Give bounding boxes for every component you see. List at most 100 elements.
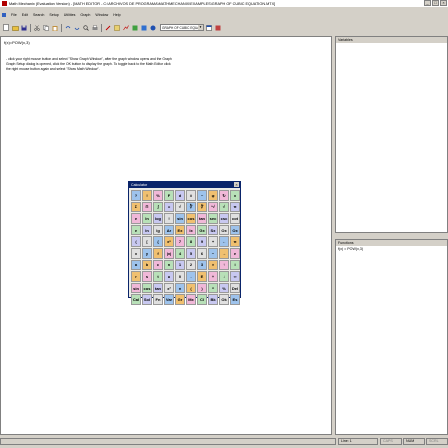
calculator-key[interactable]: ln xyxy=(142,224,152,236)
menu-window[interactable]: Window xyxy=(95,13,108,17)
calculator-key[interactable]: Ar xyxy=(164,224,174,236)
calculator-key[interactable]: xˣ xyxy=(164,236,174,247)
calculator-key[interactable]: tan xyxy=(197,213,207,224)
calculator-key[interactable]: 5 xyxy=(186,247,196,259)
calculator-key[interactable]: ^ xyxy=(208,282,218,294)
menu-edit[interactable]: Edit xyxy=(22,13,28,17)
functions-panel[interactable]: Functions f(x) = POW(x,3) xyxy=(335,239,448,435)
print-icon[interactable] xyxy=(91,24,99,32)
calculator-key[interactable]: Gx xyxy=(197,224,207,236)
equation-icon[interactable] xyxy=(214,24,222,32)
graph-icon[interactable] xyxy=(122,24,130,32)
calculator-key[interactable]: Sx xyxy=(208,224,218,236)
menu-utilities[interactable]: Utilities xyxy=(64,13,76,17)
calculator-key[interactable]: F xyxy=(164,190,174,201)
calculator-key[interactable]: Gr xyxy=(175,294,185,305)
variables-panel[interactable]: Variables xyxy=(335,36,448,233)
calculator-key[interactable]: Cal xyxy=(131,294,141,305)
find-icon[interactable] xyxy=(82,24,90,32)
calculator-key[interactable]: Σ xyxy=(131,201,141,213)
edit-icon[interactable] xyxy=(104,24,112,32)
calculator-key[interactable]: 8 xyxy=(186,236,196,247)
calculator-key[interactable]: ± xyxy=(175,282,185,294)
calculator-key[interactable]: π xyxy=(230,201,240,213)
calculator-key[interactable]: Π xyxy=(142,201,152,213)
document-selector[interactable]: GRAPH OF CUBIC EQUA ▼ xyxy=(160,24,204,31)
calculator-key[interactable]: ← xyxy=(219,236,229,247)
close-button[interactable]: × xyxy=(440,0,447,6)
calculator-key[interactable]: e xyxy=(230,247,240,259)
calculator-key[interactable]: ∜ xyxy=(197,201,207,213)
calculator-key[interactable]: 6 xyxy=(197,247,207,259)
calculator-key[interactable]: + xyxy=(208,236,218,247)
calculator-key[interactable]: ~ xyxy=(197,190,207,201)
calculator-key[interactable]: ↑ xyxy=(219,259,229,271)
calculator-key[interactable]: csc xyxy=(219,213,229,224)
calculator-key[interactable]: Fn xyxy=(153,294,163,305)
menu-file[interactable]: File xyxy=(11,13,17,17)
calculator-key[interactable]: 0 xyxy=(175,271,185,282)
paste-icon[interactable] xyxy=(51,24,59,32)
undo-icon[interactable] xyxy=(64,24,72,32)
open-folder-icon[interactable] xyxy=(11,24,19,32)
calculator-window[interactable]: Calculator × ?!% Fd # ~ φ ↻ x Σ Π ∫ = √ ∛ ∜ ⁿ√ √ π e ln log… xyxy=(128,181,241,305)
window-icon[interactable] xyxy=(205,24,213,32)
cut-icon[interactable] xyxy=(33,24,41,32)
calculator-key[interactable]: π xyxy=(230,236,240,247)
calculator-key[interactable]: Var xyxy=(164,294,174,305)
calculator-key[interactable]: 9 xyxy=(197,236,207,247)
calculator-key[interactable]: x xyxy=(230,190,240,201)
calculator-key[interactable]: n xyxy=(164,259,174,271)
calculator-key[interactable]: 3 xyxy=(197,259,207,271)
calculator-key[interactable]: √ xyxy=(219,201,229,213)
calculator-key[interactable]: { xyxy=(153,236,163,247)
calculator-key[interactable]: |x| xyxy=(164,247,174,259)
calculator-key[interactable]: ln xyxy=(142,213,152,224)
menu-graph[interactable]: Graph xyxy=(80,13,90,17)
calculator-key[interactable]: % xyxy=(219,282,229,294)
calculator-key[interactable]: sin xyxy=(131,282,141,294)
calculator-key[interactable]: % xyxy=(153,190,163,201)
calculator-key[interactable]: Cl xyxy=(197,294,207,305)
calculator-key[interactable]: Ix xyxy=(186,224,196,236)
calculator-key[interactable]: s xyxy=(142,271,152,282)
calculator-key[interactable]: ? xyxy=(131,190,141,201)
chevron-down-icon[interactable]: ▼ xyxy=(198,25,203,30)
calculator-key[interactable]: f xyxy=(153,247,163,259)
redo-icon[interactable] xyxy=(73,24,81,32)
calculator-key[interactable]: e xyxy=(131,213,141,224)
calculator-key[interactable]: Ox xyxy=(219,224,229,236)
calculator-key[interactable]: ↻ xyxy=(219,190,229,201)
calculator-title-bar[interactable]: Calculator × xyxy=(129,182,240,188)
save-icon[interactable] xyxy=(20,24,28,32)
calculator-key[interactable]: φ xyxy=(208,190,218,201)
calculator-key[interactable]: u xyxy=(164,271,174,282)
calculator-key[interactable]: Sol xyxy=(142,294,152,305)
calculator-key[interactable]: sec xyxy=(208,213,218,224)
calculator-key[interactable]: Ox xyxy=(230,224,240,236)
new-file-icon[interactable] xyxy=(2,24,10,32)
calculator-key[interactable]: Mx xyxy=(186,294,196,305)
calculator-key[interactable]: x² xyxy=(164,282,174,294)
calculator-key[interactable]: log xyxy=(153,213,163,224)
calculator-key[interactable]: t xyxy=(153,271,163,282)
calculator-key[interactable]: 2 xyxy=(186,259,196,271)
calculator-key[interactable]: x xyxy=(131,247,141,259)
calculator-key[interactable]: × xyxy=(208,259,218,271)
calculator-key[interactable]: y xyxy=(142,247,152,259)
calculator-key[interactable]: Ex xyxy=(175,224,185,236)
calculator-key[interactable]: sin xyxy=(175,213,185,224)
document-menu-icon[interactable] xyxy=(2,13,6,17)
calculator-key[interactable]: r xyxy=(131,271,141,282)
maximize-button[interactable]: □ xyxy=(432,0,439,6)
calculator-key[interactable]: E xyxy=(197,271,207,282)
help-icon[interactable] xyxy=(149,24,157,32)
calculator-key[interactable]: cos xyxy=(186,213,196,224)
calculator-key[interactable]: ∛ xyxy=(186,201,196,213)
calculator-key[interactable]: ÷ xyxy=(208,271,218,282)
calculator-key[interactable]: # xyxy=(186,190,196,201)
calculator-key[interactable]: ! xyxy=(164,213,174,224)
function-item[interactable]: f(x) = POW(x,3) xyxy=(336,246,447,252)
calculator-key[interactable]: ∞ xyxy=(230,271,240,282)
calculator-key[interactable]: = xyxy=(164,201,174,213)
